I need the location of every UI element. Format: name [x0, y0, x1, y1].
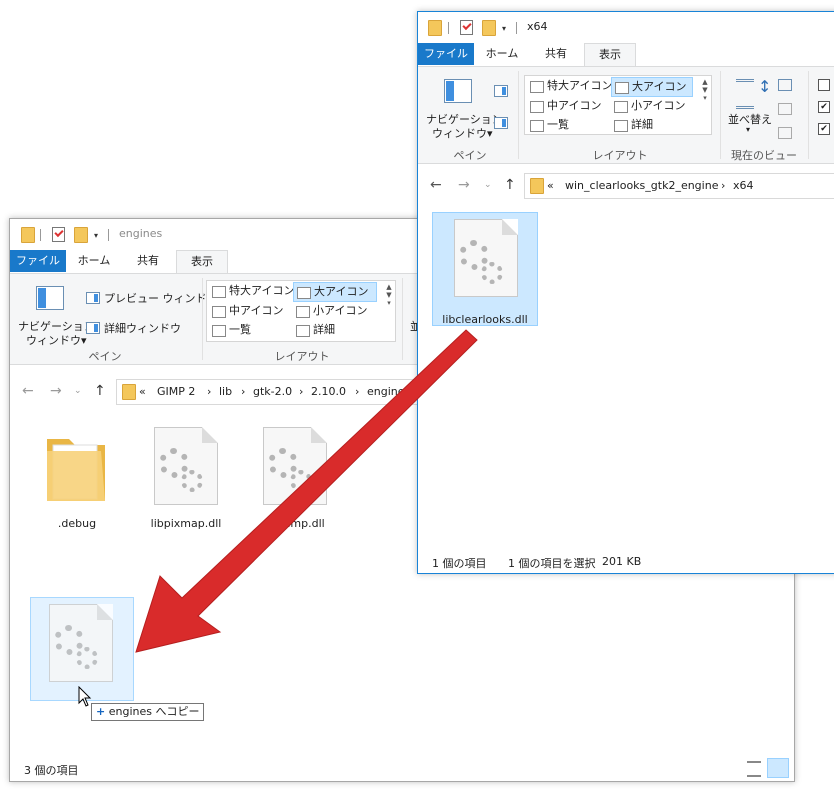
arrow-shape	[135, 329, 478, 653]
red-arrow-annotation	[135, 329, 478, 653]
